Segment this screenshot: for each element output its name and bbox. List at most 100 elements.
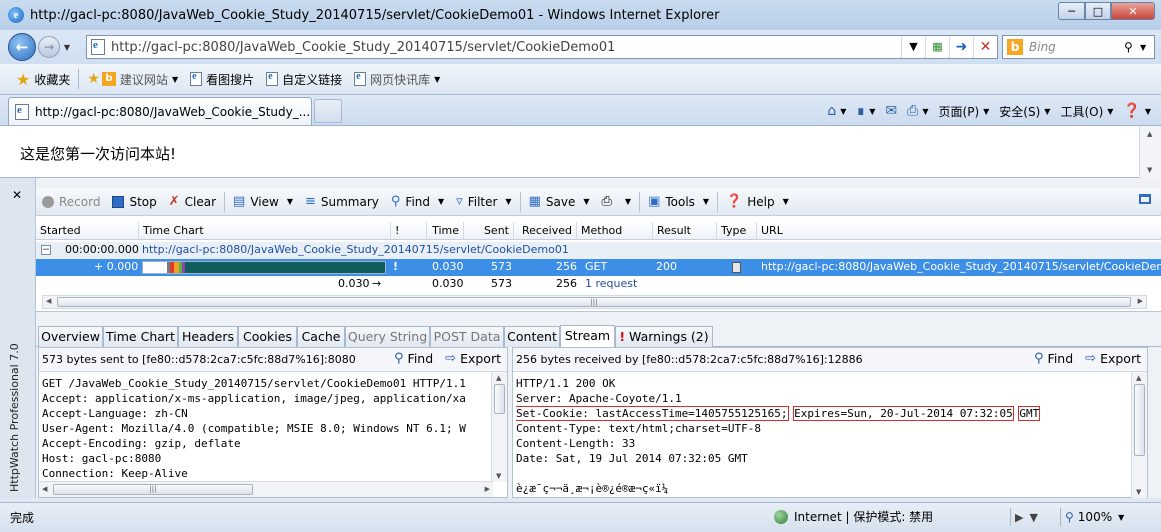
- favorites-item-custom-links[interactable]: 自定义链接: [266, 71, 342, 88]
- chevron-down-icon: ▼: [583, 197, 590, 206]
- column-result[interactable]: Result: [653, 222, 717, 240]
- favorites-button[interactable]: 收藏夹: [34, 71, 70, 88]
- tab-overview[interactable]: Overview: [38, 326, 103, 347]
- feeds-button[interactable]: ∎ ▼: [856, 103, 875, 119]
- tab-query-string[interactable]: Query String: [345, 326, 430, 347]
- dock-window-icon[interactable]: [1139, 194, 1151, 204]
- scroll-down-icon[interactable]: ▼: [496, 472, 501, 480]
- address-dropdown-icon[interactable]: ▼: [901, 36, 925, 58]
- scroll-right-icon[interactable]: ▶: [1138, 297, 1143, 305]
- tab-post-data[interactable]: POST Data: [430, 326, 504, 347]
- scroll-up-icon[interactable]: ▲: [1136, 374, 1141, 382]
- column-warning[interactable]: !: [391, 222, 427, 240]
- export-button[interactable]: Export: [460, 351, 501, 366]
- print-button[interactable]: ⎙ ▼: [907, 103, 928, 119]
- tab-warnings[interactable]: ! Warnings (2): [615, 326, 713, 347]
- history-dropdown-icon[interactable]: ▼: [60, 43, 74, 52]
- compatibility-view-icon[interactable]: ▦: [925, 36, 949, 58]
- collapse-icon[interactable]: −: [41, 245, 51, 255]
- safety-menu[interactable]: 安全(S) ▼: [999, 103, 1050, 120]
- search-input[interactable]: Bing: [1029, 40, 1124, 54]
- scrollbar-thumb[interactable]: [1134, 384, 1145, 456]
- column-received[interactable]: Received: [514, 222, 577, 240]
- tab-time-chart[interactable]: Time Chart: [103, 326, 178, 347]
- mail-button[interactable]: ✉: [885, 103, 897, 119]
- close-button[interactable]: ✕: [1111, 2, 1155, 20]
- scroll-right-icon[interactable]: ▶: [485, 485, 490, 493]
- minimize-button[interactable]: ─: [1058, 2, 1085, 20]
- find-button[interactable]: Find: [408, 351, 434, 366]
- set-cookie-expires: Expires=Sun, 20-Jul-2014 07:32:05: [793, 406, 1014, 421]
- scroll-up-icon[interactable]: ▲: [496, 374, 501, 382]
- scroll-up-icon[interactable]: ▲: [1147, 130, 1152, 138]
- find-button[interactable]: Find: [1048, 351, 1074, 366]
- favorites-item-image-search[interactable]: 看图搜片: [190, 71, 254, 88]
- column-url[interactable]: URL: [757, 222, 1161, 240]
- stop-icon[interactable]: ✕: [973, 36, 997, 58]
- favorites-item-web-slice-gallery[interactable]: 网页快讯库 ▼: [354, 71, 440, 88]
- popup-blocker-icon[interactable]: ▶: [1015, 511, 1023, 524]
- scroll-left-icon[interactable]: ◀: [42, 485, 47, 493]
- scroll-left-icon[interactable]: ◀: [46, 297, 51, 305]
- save-button[interactable]: ▦ Save ▼: [523, 190, 596, 214]
- chevron-down-icon: ▼: [1118, 512, 1125, 522]
- response-stream-text[interactable]: HTTP/1.1 200 OK Server: Apache-Coyote/1.1…: [516, 376, 1126, 496]
- search-dropdown-icon[interactable]: ▼: [1140, 43, 1154, 52]
- help-menu[interactable]: ❓ ▼: [1123, 103, 1151, 119]
- tools-button[interactable]: ▣ Tools ▼: [642, 190, 715, 214]
- search-icon: ⚲: [394, 351, 404, 366]
- stop-button[interactable]: Stop: [106, 190, 162, 214]
- forward-button[interactable]: →: [38, 36, 60, 58]
- new-tab-button[interactable]: [314, 99, 342, 123]
- export-button[interactable]: Export: [1100, 351, 1141, 366]
- column-sent[interactable]: Sent: [464, 222, 514, 240]
- tab-current[interactable]: http://gacl-pc:8080/JavaWeb_Cookie_Study…: [8, 97, 312, 125]
- home-button[interactable]: ⌂ ▼: [827, 103, 846, 119]
- favorites-item-suggested-sites[interactable]: ★ b 建议网站 ▼: [87, 71, 178, 88]
- refresh-icon[interactable]: ➜: [949, 36, 973, 58]
- search-icon[interactable]: ⚲: [1124, 40, 1140, 54]
- grid-horizontal-scrollbar[interactable]: ◀ ||| ▶: [42, 295, 1147, 309]
- filter-button[interactable]: ▿ Filter ▼: [450, 190, 517, 214]
- scrollbar-thumb[interactable]: |||: [57, 297, 1131, 307]
- column-type[interactable]: Type: [717, 222, 757, 240]
- tools-menu[interactable]: 工具(O) ▼: [1060, 103, 1113, 120]
- add-favorite-icon[interactable]: ★: [87, 71, 100, 87]
- tab-stream[interactable]: Stream: [560, 325, 615, 347]
- scrollbar-thumb[interactable]: |||: [53, 484, 253, 495]
- security-zone[interactable]: Internet | 保护模式: 禁用: [774, 508, 933, 525]
- summary-button[interactable]: ≡ Summary: [299, 190, 385, 214]
- vertical-scrollbar[interactable]: ▲ ▼: [1131, 372, 1147, 498]
- table-row[interactable]: + 0.000 ! 0.030 573 256 GET 200 http://g…: [36, 259, 1161, 276]
- scrollbar-thumb[interactable]: [494, 384, 505, 414]
- record-button[interactable]: Record: [36, 190, 106, 214]
- column-time-chart[interactable]: Time Chart: [139, 222, 391, 240]
- column-method[interactable]: Method: [577, 222, 653, 240]
- chevron-down-icon[interactable]: ▼: [1029, 511, 1037, 524]
- vertical-scrollbar[interactable]: ▲ ▼: [491, 372, 507, 482]
- address-input[interactable]: http://gacl-pc:8080/JavaWeb_Cookie_Study…: [111, 40, 901, 55]
- tab-cache[interactable]: Cache: [297, 326, 345, 347]
- page-group-row[interactable]: − 00:00:00.000 http://gacl-pc:8080/JavaW…: [36, 242, 1161, 259]
- horizontal-scrollbar[interactable]: ◀ ||| ▶: [39, 481, 493, 497]
- page-scrollbar[interactable]: ▲ ▼: [1139, 126, 1161, 178]
- tab-headers[interactable]: Headers: [178, 326, 238, 347]
- tab-cookies[interactable]: Cookies: [238, 326, 297, 347]
- column-started[interactable]: Started: [36, 222, 139, 240]
- scroll-down-icon[interactable]: ▼: [1136, 488, 1141, 496]
- print-button[interactable]: ⎙ ▼: [596, 190, 638, 214]
- httpwatch-close-icon[interactable]: ✕: [12, 188, 22, 202]
- column-time[interactable]: Time: [427, 222, 464, 240]
- page-menu[interactable]: 页面(P) ▼: [939, 103, 990, 120]
- find-button[interactable]: ⚲ Find ▼: [385, 190, 450, 214]
- help-button[interactable]: ❓ Help ▼: [720, 190, 795, 214]
- clear-button[interactable]: ✗ Clear: [163, 190, 222, 214]
- view-button[interactable]: ▤ View ▼: [227, 190, 299, 214]
- stream-line: User-Agent: Mozilla/4.0 (compatible; MSI…: [42, 422, 466, 435]
- zoom-control[interactable]: ⚲ 100% ▼: [1056, 508, 1124, 526]
- scroll-down-icon[interactable]: ▼: [1147, 166, 1152, 174]
- tab-content[interactable]: Content: [504, 326, 560, 347]
- request-stream-text[interactable]: GET /JavaWeb_Cookie_Study_20140715/servl…: [42, 376, 492, 481]
- back-button[interactable]: ←: [8, 33, 36, 61]
- maximize-button[interactable]: □: [1085, 2, 1111, 20]
